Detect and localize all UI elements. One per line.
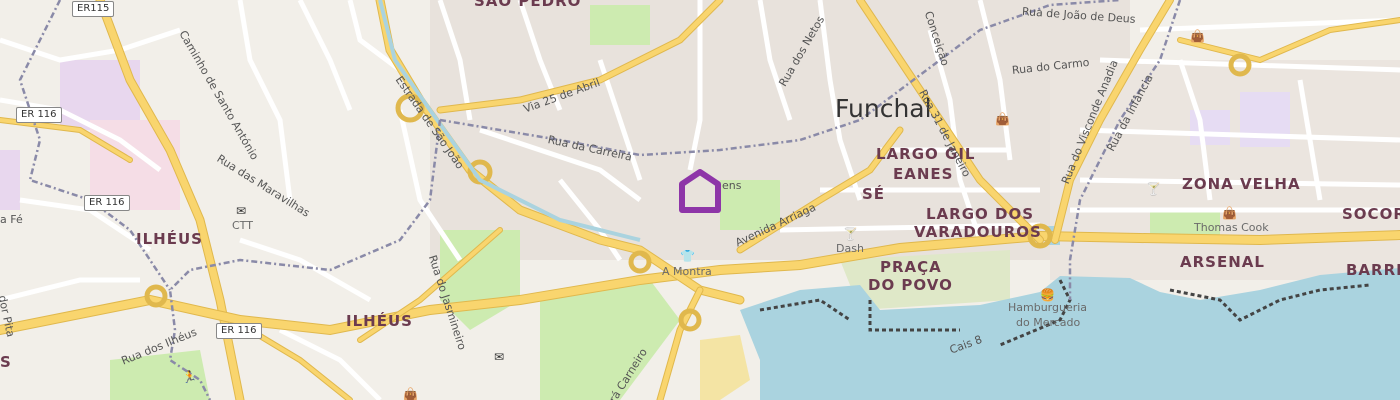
poi-label-dash[interactable]: Dash — [836, 243, 864, 254]
map-canvas[interactable]: ER115 ER 116 ER 116 ER 116 Funchal SÃO P… — [0, 0, 1400, 400]
playground-icon[interactable]: 🏃 — [182, 371, 197, 383]
district-label-se[interactable]: SÉ — [862, 187, 885, 202]
bar-icon[interactable]: 🍸 — [843, 228, 858, 240]
route-shield-er116: ER 116 — [84, 195, 130, 211]
district-label-praca-do-povo[interactable]: PRAÇA — [880, 260, 942, 275]
district-label-socorro[interactable]: SOCORR — [1342, 207, 1400, 222]
park-north — [590, 5, 650, 45]
district-label-barreiros[interactable]: BARREI — [1346, 263, 1400, 278]
road-label-rua-ens: ens — [722, 179, 742, 192]
shop-bag-icon[interactable]: 👜 — [403, 388, 418, 400]
route-shield-er116: ER 116 — [216, 323, 262, 339]
facility-area-west — [0, 150, 20, 210]
district-label-sao-pedro[interactable]: SÃO PEDRO — [474, 0, 581, 9]
poi-label-hamburgueria[interactable]: do Mercado — [1016, 317, 1080, 328]
post-office-icon[interactable]: ✉ — [236, 205, 246, 217]
fast-food-icon[interactable]: 🍔 — [1040, 289, 1055, 301]
shop-bag-icon[interactable]: 👜 — [995, 113, 1010, 125]
shop-bag-icon[interactable]: 👜 — [1222, 207, 1237, 219]
district-label-arsenal[interactable]: ARSENAL — [1180, 255, 1265, 270]
shop-bag-icon[interactable]: 👜 — [1190, 30, 1205, 42]
poi-label-ctt[interactable]: CTT — [232, 220, 253, 231]
district-label-praca-do-povo[interactable]: DO POVO — [868, 278, 953, 293]
poi-label-thomas-cook[interactable]: Thomas Cook — [1194, 222, 1269, 233]
bar-icon[interactable]: 🍸 — [1146, 183, 1161, 195]
poi-label-a-montra[interactable]: A Montra — [662, 266, 712, 277]
post-office-icon[interactable]: ✉ — [494, 351, 504, 363]
district-label-largo-dos-varadouros[interactable]: VARADOUROS — [914, 225, 1042, 240]
city-label-funchal[interactable]: Funchal — [835, 96, 932, 121]
clothes-shop-icon[interactable]: 👕 — [680, 250, 695, 262]
route-shield-er115: ER115 — [72, 1, 115, 17]
district-label-largo-dos-varadouros[interactable]: LARGO DOS — [926, 207, 1034, 222]
district-label-ilheus[interactable]: ILHÉUS — [136, 232, 203, 247]
district-label-ilheus[interactable]: ILHÉUS — [346, 314, 413, 329]
location-marker-icon[interactable] — [677, 168, 723, 214]
district-label-largo-gil-eanes[interactable]: EANES — [893, 167, 953, 182]
district-label-zona-velha[interactable]: ZONA VELHA — [1182, 177, 1301, 192]
poi-label-hamburgueria[interactable]: Hamburgueria — [1008, 302, 1087, 313]
route-shield-er116: ER 116 — [16, 107, 62, 123]
district-label-edge[interactable]: S — [0, 355, 12, 370]
road-label-rua-fe: a Fé — [0, 213, 23, 226]
